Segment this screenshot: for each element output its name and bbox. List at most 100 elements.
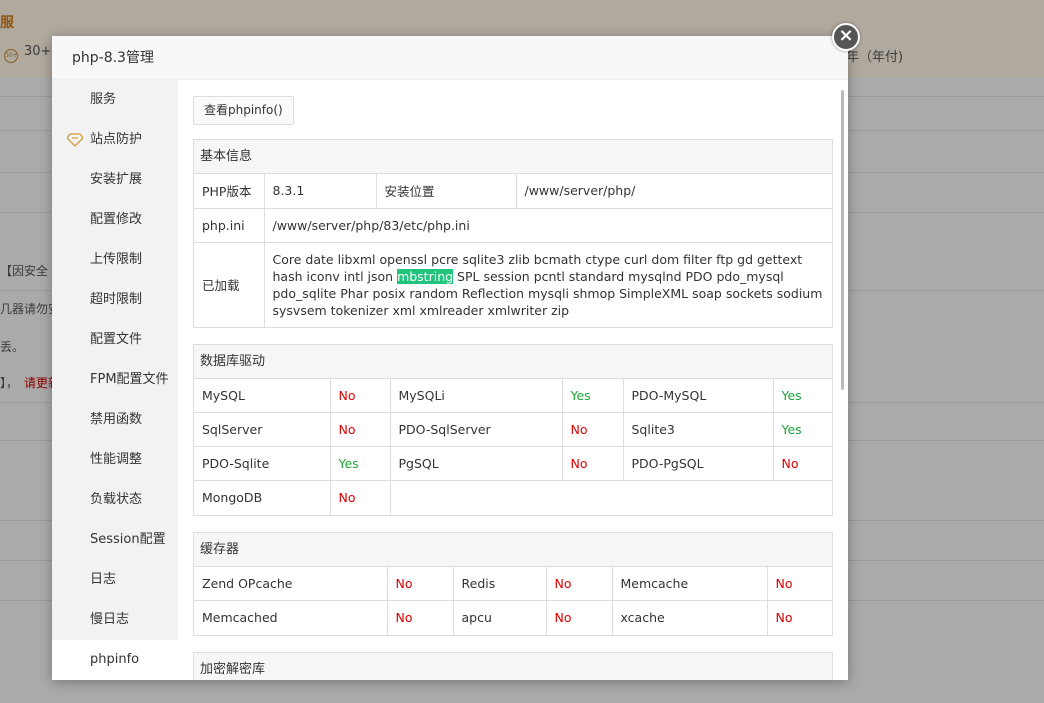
driver-name: PDO-PgSQL: [622, 446, 774, 481]
sidebar-item-label: 日志: [90, 572, 117, 587]
driver-name: Sqlite3: [622, 412, 774, 447]
scrollbar[interactable]: [841, 90, 844, 390]
table-row: php.ini /www/server/php/83/etc/php.ini: [194, 207, 832, 243]
basic-info-panel: 基本信息 PHP版本 8.3.1 安装位置 /www/server/php/ p…: [193, 139, 833, 328]
driver-status: Yes: [561, 378, 624, 413]
close-icon[interactable]: ×: [832, 23, 860, 51]
cache-status: No: [545, 600, 613, 635]
sidebar: 服务 站点防护 安装扩展 配置修改 上传限制 超时限制 配置文件 FPM配置文件…: [52, 80, 178, 680]
cache-name: Memcached: [194, 600, 388, 635]
cache-name: Redis: [452, 566, 547, 601]
sidebar-item-label: 禁用函数: [90, 412, 143, 427]
sidebar-item-slow-log[interactable]: 慢日志: [52, 600, 178, 640]
sidebar-item-session[interactable]: Session配置: [52, 520, 178, 560]
sidebar-item-label: 负载状态: [90, 492, 143, 507]
sidebar-item-label: 服务: [90, 92, 117, 107]
sidebar-item-label: 安装扩展: [90, 172, 143, 187]
sidebar-item-phpinfo[interactable]: phpinfo: [52, 640, 178, 680]
table-row: Memcached No apcu No xcache No: [194, 600, 832, 635]
driver-name: SqlServer: [194, 412, 331, 447]
table-row: MySQL No MySQLi Yes PDO-MySQL Yes: [194, 378, 832, 413]
sidebar-item-timeout-limit[interactable]: 超时限制: [52, 280, 178, 320]
driver-status: No: [329, 378, 391, 413]
driver-name: PDO-SqlServer: [389, 412, 563, 447]
crypto-panel: 加密解密库: [193, 651, 833, 680]
table-row: Zend OPcache No Redis No Memcache No: [194, 566, 832, 601]
highlighted-extension: mbstring: [397, 268, 454, 284]
cache-name: xcache: [611, 600, 768, 635]
cache-name: Zend OPcache: [194, 566, 388, 601]
sidebar-item-label: 配置文件: [90, 332, 143, 347]
sidebar-item-config-file[interactable]: 配置文件: [52, 320, 178, 360]
php-version-label: PHP版本: [194, 174, 265, 209]
table-row: MongoDB No: [194, 480, 832, 515]
sidebar-item-disabled-functions[interactable]: 禁用函数: [52, 400, 178, 440]
sidebar-item-label: FPM配置文件: [90, 372, 169, 387]
table-row: PDO-Sqlite Yes PgSQL No PDO-PgSQL No: [194, 446, 832, 481]
panel-title: 基本信息: [194, 140, 832, 174]
driver-name: MongoDB: [194, 480, 331, 515]
basic-info-table: PHP版本 8.3.1 安装位置 /www/server/php/ php.in…: [194, 174, 832, 327]
driver-status: No: [329, 480, 391, 515]
sidebar-item-config-edit[interactable]: 配置修改: [52, 200, 178, 240]
db-driver-table: MySQL No MySQLi Yes PDO-MySQL Yes SqlSer…: [194, 378, 832, 515]
cache-status: No: [386, 600, 454, 635]
driver-status: No: [561, 446, 624, 481]
table-row: 已加载 Core date libxml openssl pcre sqlite…: [194, 241, 832, 327]
panel-title: 数据库驱动: [194, 344, 832, 379]
phpini-value: /www/server/php/83/etc/php.ini: [263, 207, 832, 243]
driver-status: No: [561, 412, 624, 447]
driver-status: No: [329, 412, 391, 447]
driver-name: MySQL: [194, 378, 331, 413]
sidebar-item-label: 性能调整: [90, 452, 143, 467]
empty-cell: [389, 480, 832, 515]
cache-status: No: [766, 600, 832, 635]
sidebar-item-label: 上传限制: [90, 252, 143, 267]
sidebar-item-load-status[interactable]: 负载状态: [52, 480, 178, 520]
php-manager-modal: php-8.3管理 服务 站点防护 安装扩展 配置修改 上传限制 超时限制 配置…: [52, 36, 848, 680]
driver-name: PgSQL: [389, 446, 563, 481]
panel-title: 加密解密库: [194, 652, 832, 680]
sidebar-item-performance[interactable]: 性能调整: [52, 440, 178, 480]
sidebar-item-label: 配置修改: [90, 212, 143, 227]
sidebar-item-label: 站点防护: [90, 132, 143, 147]
modal-title: php-8.3管理: [52, 36, 848, 80]
driver-status: No: [772, 446, 832, 481]
cache-panel: 缓存器 Zend OPcache No Redis No Memcache No…: [193, 531, 833, 636]
sidebar-item-label: 超时限制: [90, 292, 143, 307]
sidebar-item-label: phpinfo: [90, 652, 140, 667]
cache-table: Zend OPcache No Redis No Memcache No Mem…: [194, 566, 832, 635]
cache-name: apcu: [452, 600, 547, 635]
driver-name: PDO-Sqlite: [194, 446, 331, 481]
sidebar-item-label: 慢日志: [90, 612, 130, 627]
sidebar-item-install-ext[interactable]: 安装扩展: [52, 160, 178, 200]
cache-status: No: [766, 566, 832, 601]
sidebar-item-service[interactable]: 服务: [52, 80, 178, 120]
driver-status: Yes: [772, 412, 832, 447]
db-driver-panel: 数据库驱动 MySQL No MySQLi Yes PDO-MySQL Yes …: [193, 343, 833, 516]
sidebar-item-label: Session配置: [90, 532, 166, 547]
loaded-label: 已加载: [194, 241, 265, 327]
sidebar-item-upload-limit[interactable]: 上传限制: [52, 240, 178, 280]
cache-status: No: [386, 566, 454, 601]
panel-title: 缓存器: [194, 532, 832, 567]
driver-status: Yes: [772, 378, 832, 413]
phpini-label: php.ini: [194, 207, 265, 243]
php-version-value: 8.3.1: [263, 174, 377, 209]
table-row: SqlServer No PDO-SqlServer No Sqlite3 Ye…: [194, 412, 832, 447]
content-area: 查看phpinfo() 基本信息 PHP版本 8.3.1 安装位置 /www/s…: [178, 80, 848, 680]
cache-status: No: [545, 566, 613, 601]
table-row: PHP版本 8.3.1 安装位置 /www/server/php/: [194, 174, 832, 209]
view-phpinfo-button[interactable]: 查看phpinfo(): [193, 96, 294, 125]
sidebar-item-fpm-config[interactable]: FPM配置文件: [52, 360, 178, 400]
driver-status: Yes: [329, 446, 391, 481]
cache-name: Memcache: [611, 566, 768, 601]
driver-name: MySQLi: [389, 378, 563, 413]
install-path-value: /www/server/php/: [515, 174, 832, 209]
loaded-extensions: Core date libxml openssl pcre sqlite3 zl…: [263, 241, 832, 327]
install-path-label: 安装位置: [375, 174, 517, 209]
sidebar-item-site-protection[interactable]: 站点防护: [52, 120, 178, 160]
diamond-icon: [67, 133, 83, 147]
driver-name: PDO-MySQL: [622, 378, 774, 413]
sidebar-item-log[interactable]: 日志: [52, 560, 178, 600]
